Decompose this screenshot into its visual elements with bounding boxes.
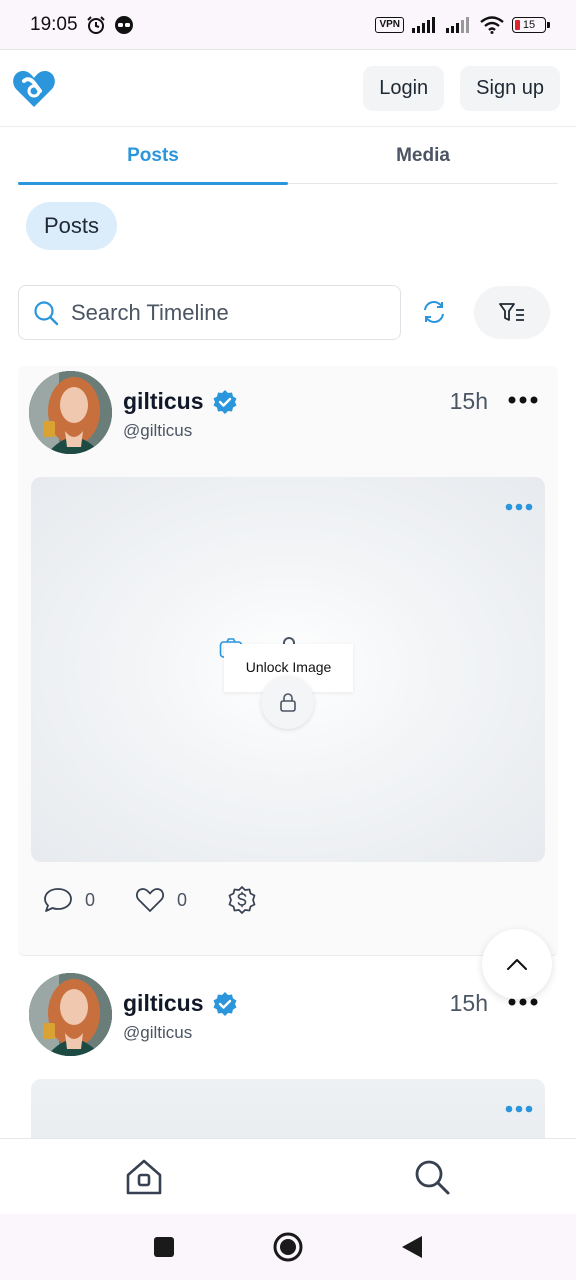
avatar[interactable] bbox=[29, 371, 112, 454]
author-handle: @gilticus bbox=[123, 421, 193, 440]
status-bar: 19:05 VPN 15 bbox=[0, 0, 576, 50]
avatar[interactable] bbox=[29, 973, 112, 1056]
wifi-icon bbox=[480, 15, 504, 34]
verified-badge-icon bbox=[213, 389, 237, 414]
signup-button[interactable]: Sign up bbox=[460, 66, 560, 111]
chevron-up-icon bbox=[507, 959, 527, 970]
post-card: gilticus @gilticus 15h bbox=[18, 958, 558, 1159]
author-row: gilticus bbox=[123, 388, 238, 415]
post-card: gilticus @gilticus 15h Unlock Image 0 0 bbox=[18, 366, 558, 956]
search-icon bbox=[34, 300, 59, 325]
home-circle-icon[interactable] bbox=[272, 1231, 304, 1263]
filter-button[interactable] bbox=[474, 286, 550, 339]
media-options-icon[interactable] bbox=[505, 501, 533, 513]
post-time: 15h bbox=[449, 388, 488, 414]
author-name[interactable]: gilticus bbox=[123, 388, 204, 415]
heart-logo-icon[interactable] bbox=[12, 69, 56, 109]
app-header: Login Sign up bbox=[0, 51, 576, 127]
profile-tabs: Posts Media bbox=[18, 128, 558, 185]
author-handle: @gilticus bbox=[123, 1023, 193, 1042]
media-options-icon[interactable] bbox=[505, 1103, 533, 1115]
bottom-navigation bbox=[0, 1138, 576, 1214]
tip-button[interactable] bbox=[227, 885, 257, 915]
tip-dollar-icon bbox=[228, 886, 256, 914]
comment-count: 0 bbox=[85, 889, 96, 910]
comment-button[interactable]: 0 bbox=[43, 886, 95, 914]
comment-icon bbox=[44, 888, 72, 912]
refresh-icon bbox=[424, 301, 444, 323]
avatar-image bbox=[29, 371, 112, 454]
scroll-to-top-button[interactable] bbox=[482, 929, 552, 999]
login-button[interactable]: Login bbox=[363, 66, 445, 111]
tab-media[interactable]: Media bbox=[288, 128, 558, 183]
nav-search-button[interactable] bbox=[402, 1152, 462, 1202]
like-count: 0 bbox=[177, 889, 188, 910]
author-row: gilticus bbox=[123, 990, 238, 1017]
author-name[interactable]: gilticus bbox=[123, 990, 204, 1017]
status-time: 19:05 bbox=[30, 13, 78, 35]
locked-media: Unlock Image bbox=[31, 477, 545, 862]
refresh-button[interactable] bbox=[420, 296, 448, 328]
vpn-badge: VPN bbox=[375, 16, 404, 33]
more-options-icon[interactable] bbox=[508, 392, 538, 408]
lock-icon bbox=[279, 692, 296, 712]
search-input[interactable] bbox=[71, 299, 371, 326]
alarm-icon bbox=[86, 15, 105, 34]
recents-icon[interactable] bbox=[152, 1235, 176, 1259]
heart-icon bbox=[136, 888, 164, 912]
search-icon bbox=[415, 1160, 450, 1194]
battery-icon: 15 bbox=[512, 16, 550, 33]
system-navigation-bar bbox=[0, 1214, 576, 1280]
signal-icon bbox=[446, 16, 469, 33]
nav-home-button[interactable] bbox=[114, 1152, 174, 1202]
unlock-lock-button[interactable] bbox=[261, 676, 314, 729]
incognito-icon bbox=[114, 15, 133, 34]
search-bar bbox=[18, 285, 401, 340]
posts-filter-chip[interactable]: Posts bbox=[26, 202, 118, 250]
tab-posts[interactable]: Posts bbox=[18, 128, 288, 185]
battery-level: 15 bbox=[522, 18, 536, 31]
post-actions: 0 0 bbox=[43, 885, 297, 915]
signal-icon bbox=[412, 16, 435, 33]
filter-icon bbox=[499, 302, 524, 321]
post-time: 15h bbox=[449, 990, 488, 1016]
home-icon bbox=[126, 1159, 162, 1194]
like-button[interactable]: 0 bbox=[135, 886, 187, 914]
back-triangle-icon[interactable] bbox=[400, 1234, 424, 1260]
avatar-image bbox=[29, 973, 112, 1056]
unlock-image-label: Unlock Image bbox=[245, 659, 332, 675]
verified-badge-icon bbox=[213, 991, 237, 1016]
